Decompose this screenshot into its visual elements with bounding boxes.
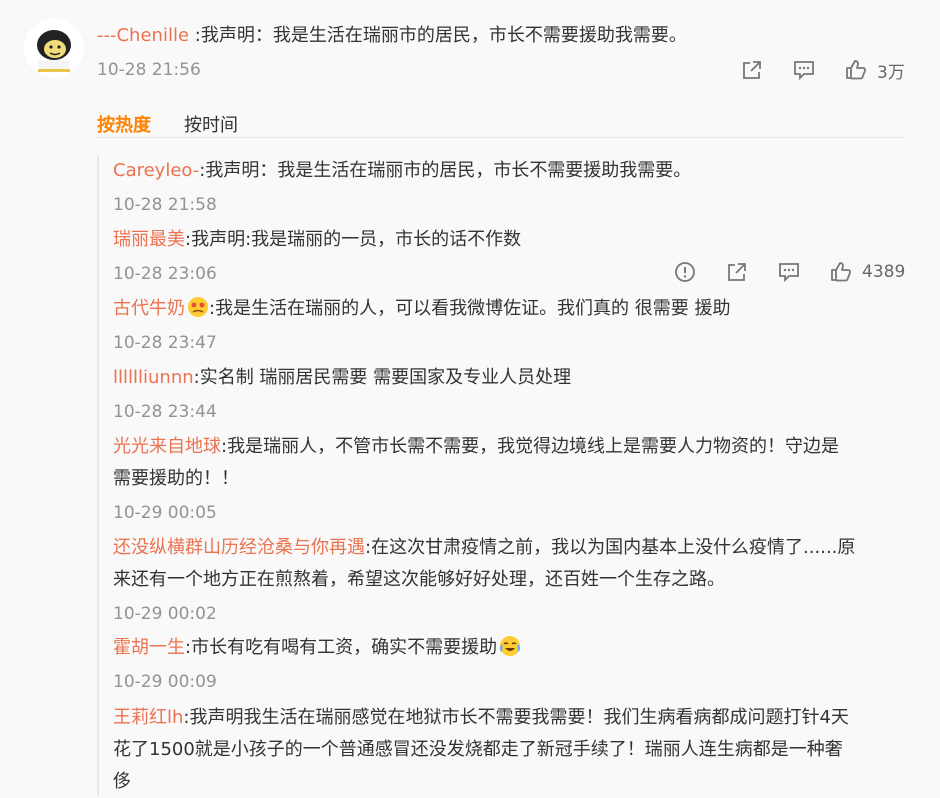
list-item: lllllliunnn:实名制 瑞丽居民需要 需要国家及专业人员处理 10-28…: [113, 362, 903, 424]
comment-icon[interactable]: [776, 259, 802, 285]
reply-text: :我声明：我是生活在瑞丽市的居民，市长不需要援助我需要。: [199, 160, 692, 181]
reply-username[interactable]: 还没纵横群山历经沧桑与你再遇: [113, 537, 365, 558]
reply-text: :市长有吃有喝有工资，确实不需要援助: [185, 637, 498, 658]
reply-text: :我声明:我是瑞丽的一员，市长的话不作数: [185, 229, 522, 250]
reply-time: 10-28 21:58: [113, 195, 217, 215]
reply-actions: 4389: [672, 259, 905, 285]
reply-username[interactable]: 霍胡一生: [113, 637, 185, 658]
top-comment-actions: 3万: [739, 57, 905, 83]
reply-username[interactable]: Careyleo-: [113, 160, 199, 181]
reply-text-line: :我是瑞丽人，不管市长需不需要，我觉得边境线上是需要人力物资的！守边是: [221, 436, 840, 457]
reply-time: 10-28 23:47: [113, 333, 217, 353]
reply-time: 10-29 00:05: [113, 503, 217, 523]
reply-username[interactable]: lllllliunnn: [113, 367, 194, 388]
like-icon[interactable]: [843, 57, 869, 83]
tab-sort-hot[interactable]: 按热度: [97, 111, 151, 137]
crying-face-emoji-icon: [187, 296, 209, 318]
list-item: 古代牛奶 :我是生活在瑞丽的人，可以看我微博佐证。我们真的 很需要 援助 10-2…: [113, 293, 903, 355]
top-comment-like-count: 3万: [877, 62, 905, 83]
top-comment-time: 10-28 21:56: [97, 60, 201, 80]
reply-time: 10-28 23:44: [113, 402, 217, 422]
reply-text-line: 侈: [113, 771, 131, 792]
comment-icon[interactable]: [791, 57, 817, 83]
reply-username[interactable]: 王莉红lh: [113, 707, 183, 728]
reply-text-line: :在这次甘肃疫情之前，我以为国内基本上没什么疫情了......原: [365, 537, 856, 558]
share-icon[interactable]: [739, 57, 765, 83]
reply-thread-line: [97, 155, 99, 795]
list-item: 光光来自地球:我是瑞丽人，不管市长需不需要，我觉得边境线上是需要人力物资的！守边…: [113, 431, 903, 525]
list-item: Careyleo-:我声明：我是生活在瑞丽市的居民，市长不需要援助我需要。 10…: [113, 155, 903, 217]
reply-username[interactable]: 光光来自地球: [113, 436, 221, 457]
top-comment-text: :我声明：我是生活在瑞丽市的居民，市长不需要援助我需要。: [189, 25, 687, 46]
avatar[interactable]: [24, 18, 84, 78]
like-icon[interactable]: [828, 259, 854, 285]
top-comment-content: ---Chenille :我声明：我是生活在瑞丽市的居民，市长不需要援助我需要。: [97, 24, 687, 48]
reply-like-count: 4389: [862, 262, 906, 282]
list-item: 还没纵横群山历经沧桑与你再遇:在这次甘肃疫情之前，我以为国内基本上没什么疫情了.…: [113, 532, 903, 626]
divider: [97, 137, 903, 138]
reply-text-line: 需要援助的！！: [113, 468, 239, 489]
tab-sort-time[interactable]: 按时间: [184, 111, 238, 137]
reply-time: 10-29 00:02: [113, 604, 217, 624]
share-icon[interactable]: [724, 259, 750, 285]
reply-username[interactable]: 瑞丽最美: [113, 229, 185, 250]
list-item: 霍胡一生:市长有吃有喝有工资，确实不需要援助 10-29 00:09: [113, 632, 903, 694]
reply-text: :我是生活在瑞丽的人，可以看我微博佐证。我们真的 很需要 援助: [209, 298, 731, 319]
laughing-crying-emoji-icon: [499, 635, 521, 657]
report-icon[interactable]: [672, 259, 698, 285]
reply-text-line: 花了1500就是小孩子的一个普通感冒还没发烧都走了新冠手续了！瑞丽人连生病都是一…: [113, 739, 843, 760]
top-comment-username[interactable]: ---Chenille: [97, 25, 189, 46]
reply-time: 10-29 00:09: [113, 672, 217, 692]
top-comment: ---Chenille :我声明：我是生活在瑞丽市的居民，市长不需要援助我需要。…: [0, 0, 940, 100]
reply-text-line: 来还有一个地方正在煎熬着，希望这次能够好好处理，还百姓一个生存之路。: [113, 569, 725, 590]
meme-avatar-icon: [24, 18, 84, 78]
reply-text: :实名制 瑞丽居民需要 需要国家及专业人员处理: [193, 367, 572, 388]
list-item: 瑞丽最美:我声明:我是瑞丽的一员，市长的话不作数 10-28 23:06 438…: [113, 224, 905, 286]
sort-tabs: 按热度 按时间: [97, 111, 238, 137]
reply-username[interactable]: 古代牛奶: [113, 298, 185, 319]
reply-text-line: :我声明我生活在瑞丽感觉在地狱市长不需要我需要！我们生病看病都成问题打针4天: [183, 707, 849, 728]
